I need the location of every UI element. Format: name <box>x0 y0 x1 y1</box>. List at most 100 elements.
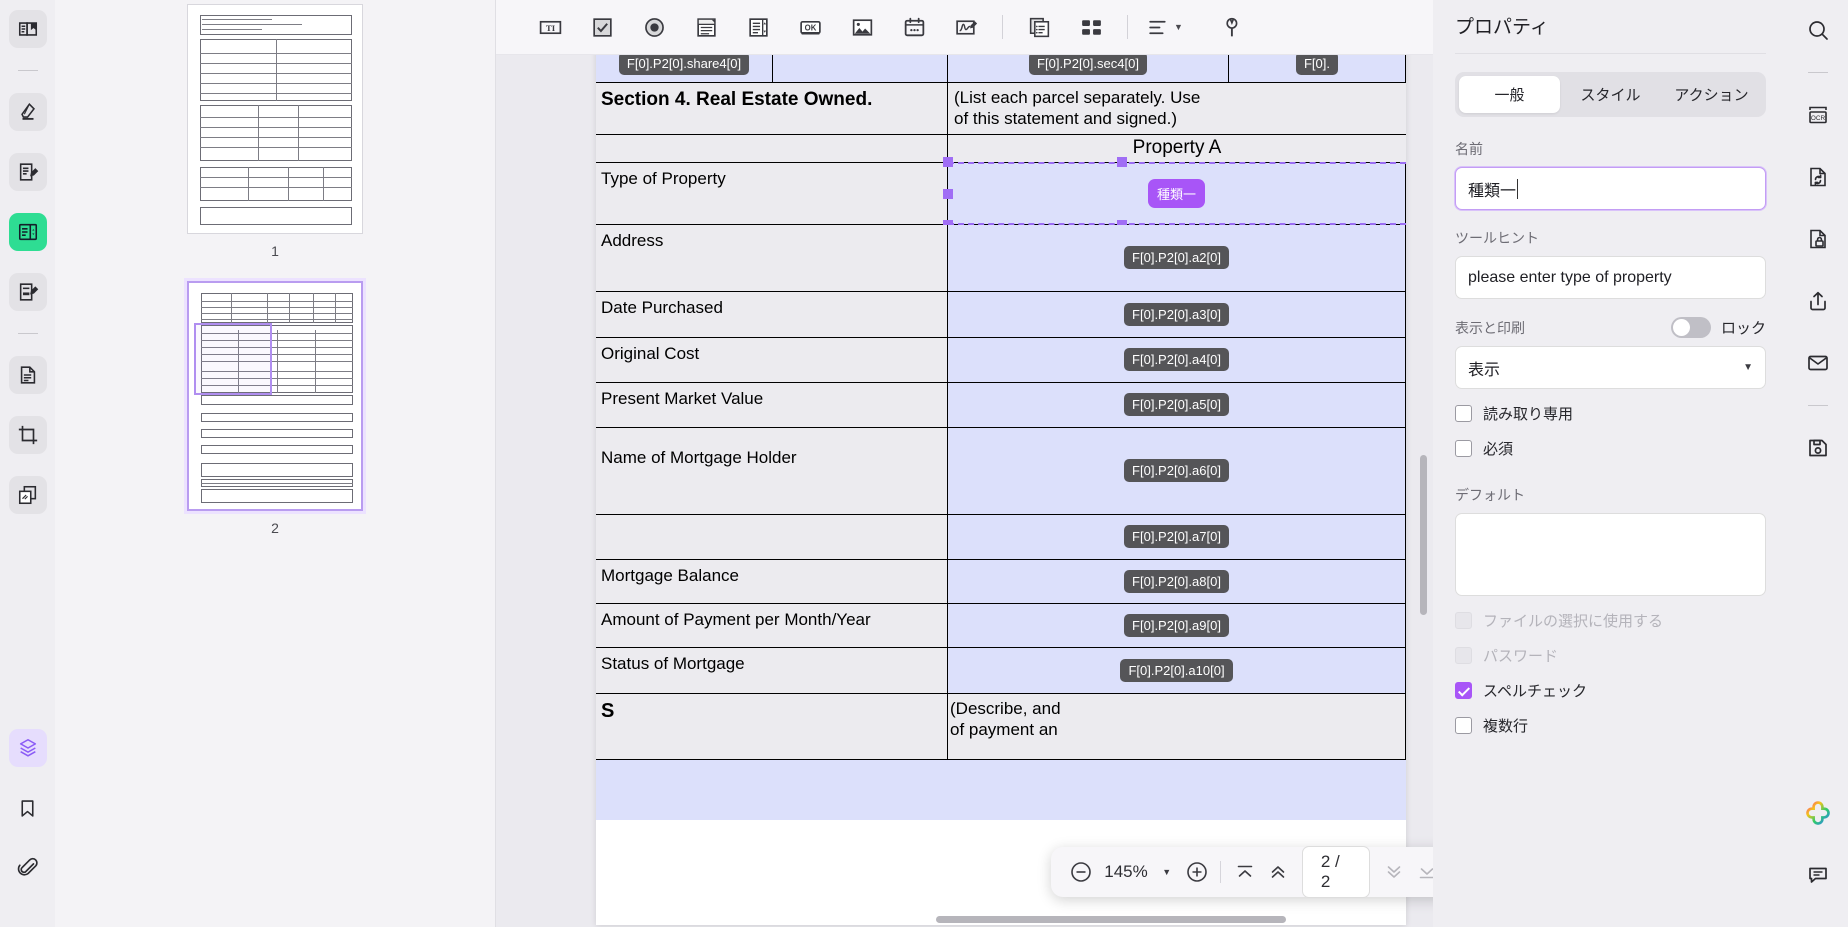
field-tag[interactable]: F[0].P2[0].a8[0] <box>1124 569 1229 593</box>
sidebar-item-edit-text[interactable] <box>8 273 47 311</box>
spellcheck-checkbox[interactable] <box>1455 682 1472 699</box>
table-row[interactable]: Name of Mortgage Holder F[0].P2[0].a6[0] <box>596 427 1406 515</box>
ai-assistant-button[interactable] <box>1798 793 1838 833</box>
default-value-textarea[interactable] <box>1455 513 1766 596</box>
field-tag[interactable]: F[0].P2[0].share4[0] <box>618 55 750 75</box>
table-row[interactable]: Status of Mortgage F[0].P2[0].a10[0] <box>596 647 1406 694</box>
save-button[interactable] <box>1798 428 1838 468</box>
table-row[interactable]: Address F[0].P2[0].a2[0] <box>596 224 1406 292</box>
ocr-button[interactable]: OCR <box>1798 95 1838 135</box>
combo-box-tool[interactable] <box>680 7 732 47</box>
selection-handle-tl[interactable] <box>943 156 953 167</box>
tab-action[interactable]: アクション <box>1661 76 1762 113</box>
form-field-cell[interactable]: F[0].P2[0].a10[0] <box>948 647 1406 693</box>
form-settings-tool[interactable] <box>1209 7 1261 47</box>
section-tag-cell[interactable]: F[0].P2[0].sec4[0] <box>948 55 1229 82</box>
form-field-cell[interactable]: F[0].P2[0].a5[0] <box>948 382 1406 427</box>
tab-order-tool[interactable] <box>1065 7 1117 47</box>
radio-button-tool[interactable] <box>628 7 680 47</box>
field-tag-selected[interactable]: 種類一 <box>1147 178 1205 208</box>
sidebar-item-form-field[interactable] <box>8 213 47 251</box>
field-tag[interactable]: F[0]. <box>1295 55 1338 75</box>
table-row[interactable]: Date Purchased F[0].P2[0].a3[0] <box>596 291 1406 338</box>
field-tag[interactable]: F[0].P2[0].a2[0] <box>1124 246 1229 269</box>
sidebar-item-crop[interactable] <box>8 416 47 454</box>
readonly-checkbox-row[interactable]: 読み取り専用 <box>1455 403 1766 424</box>
selection-handle-ml[interactable] <box>943 188 953 199</box>
field-tag[interactable]: F[0].P2[0].a9[0] <box>1124 613 1229 637</box>
text-field-tool[interactable]: TI <box>524 7 576 47</box>
list-box-tool[interactable] <box>732 7 784 47</box>
zoom-in-button[interactable] <box>1181 855 1212 889</box>
sidebar-item-layers[interactable] <box>8 729 47 767</box>
horizontal-scrollbar[interactable] <box>936 916 1286 923</box>
form-field-cell[interactable]: F[0].P2[0].a4[0] <box>948 337 1406 382</box>
checkbox-tool[interactable] <box>576 7 628 47</box>
zoom-out-button[interactable] <box>1065 855 1096 889</box>
align-tool[interactable] <box>1138 7 1178 47</box>
thumbnail-item[interactable]: 2 <box>55 281 495 558</box>
form-field-cell[interactable]: 種類一 <box>948 162 1406 224</box>
pdf-page[interactable]: F[0].P2[0].share4[0] F[0].P2[0].sec4[0] … <box>596 55 1406 925</box>
field-tag[interactable]: F[0].P2[0].a5[0] <box>1124 393 1229 416</box>
form-field-cell[interactable]: F[0].P2[0].a2[0] <box>948 224 1406 291</box>
duplicate-fields-tool[interactable] <box>1013 7 1065 47</box>
align-chevron-down-icon[interactable]: ▼ <box>1174 22 1183 32</box>
first-page-button[interactable] <box>1229 855 1260 889</box>
table-row[interactable]: Mortgage Balance F[0].P2[0].a8[0] <box>596 559 1406 604</box>
thumbnail-item[interactable]: 1 <box>55 4 495 281</box>
table-row[interactable]: Type of Property 種類一 <box>596 156 1406 230</box>
table-row[interactable]: F[0].P2[0].a7[0] <box>596 514 1406 560</box>
sidebar-item-compare[interactable] <box>8 476 47 514</box>
lock-toggle[interactable] <box>1670 317 1711 338</box>
form-field-cell[interactable]: F[0].P2[0].a9[0] <box>948 603 1406 647</box>
field-tag[interactable]: F[0].P2[0].sec4[0] <box>1029 55 1147 75</box>
table-row[interactable]: Original Cost F[0].P2[0].a4[0] <box>596 337 1406 383</box>
sidebar-item-annotate[interactable] <box>8 153 47 191</box>
visibility-select[interactable]: 表示 ▼ <box>1455 346 1766 389</box>
form-field-cell[interactable]: F[0].P2[0].a7[0] <box>948 514 1406 559</box>
date-field-tool[interactable] <box>888 7 940 47</box>
table-row[interactable]: Amount of Payment per Month/Year F[0].P2… <box>596 603 1406 648</box>
field-tag[interactable]: F[0].P2[0].a6[0] <box>1124 459 1229 482</box>
multiline-checkbox-row[interactable]: 複数行 <box>1455 715 1766 736</box>
field-tag[interactable]: F[0].P2[0].a10[0] <box>1120 658 1233 682</box>
last-page-button[interactable] <box>1412 855 1433 889</box>
thumbnail-page-1[interactable] <box>187 4 363 234</box>
sidebar-item-highlighter[interactable] <box>8 93 47 131</box>
field-tag[interactable]: F[0].P2[0].a4[0] <box>1124 348 1229 371</box>
field-tag[interactable]: F[0].P2[0].a3[0] <box>1124 302 1229 326</box>
thumbnail-page-2[interactable] <box>187 281 363 511</box>
sidebar-item-attachment[interactable] <box>9 849 47 887</box>
tab-general[interactable]: 一般 <box>1459 76 1560 113</box>
form-field-cell[interactable]: F[0].P2[0].a6[0] <box>948 427 1406 514</box>
multiline-checkbox[interactable] <box>1455 717 1472 734</box>
name-input[interactable]: 種類一 <box>1455 167 1766 210</box>
spellcheck-checkbox-row[interactable]: スペルチェック <box>1455 680 1766 701</box>
sidebar-item-bookmark[interactable] <box>9 789 47 827</box>
zoom-level-value[interactable]: 145% <box>1098 862 1152 882</box>
section-tag-cell[interactable]: F[0]. <box>1229 55 1406 82</box>
push-button-tool[interactable]: OK <box>784 7 836 47</box>
readonly-checkbox[interactable] <box>1455 405 1472 422</box>
required-checkbox[interactable] <box>1455 440 1472 457</box>
email-button[interactable] <box>1798 343 1838 383</box>
table-row-footer[interactable]: S (Describe, and of payment an <box>596 693 1406 760</box>
tab-style[interactable]: スタイル <box>1560 76 1661 113</box>
required-checkbox-row[interactable]: 必須 <box>1455 438 1766 459</box>
comment-button[interactable] <box>1798 855 1838 895</box>
zoom-chevron-down-icon[interactable]: ▼ <box>1154 867 1179 877</box>
share-button[interactable] <box>1798 281 1838 321</box>
search-button[interactable] <box>1798 10 1838 50</box>
tooltip-input[interactable]: please enter type of property <box>1455 256 1766 299</box>
form-field-cell[interactable]: F[0].P2[0].a3[0] <box>948 291 1406 337</box>
field-tag[interactable]: F[0].P2[0].a7[0] <box>1124 525 1229 548</box>
table-row[interactable]: Present Market Value F[0].P2[0].a5[0] <box>596 382 1406 428</box>
image-field-tool[interactable] <box>836 7 888 47</box>
sidebar-item-page-organize[interactable] <box>8 356 47 394</box>
section-tag-cell[interactable]: F[0].P2[0].share4[0] <box>596 55 773 82</box>
next-page-button[interactable] <box>1378 855 1409 889</box>
protect-button[interactable] <box>1798 219 1838 259</box>
vertical-scrollbar[interactable] <box>1420 455 1427 615</box>
thumbnail-panel[interactable]: 1 2 <box>55 0 496 927</box>
